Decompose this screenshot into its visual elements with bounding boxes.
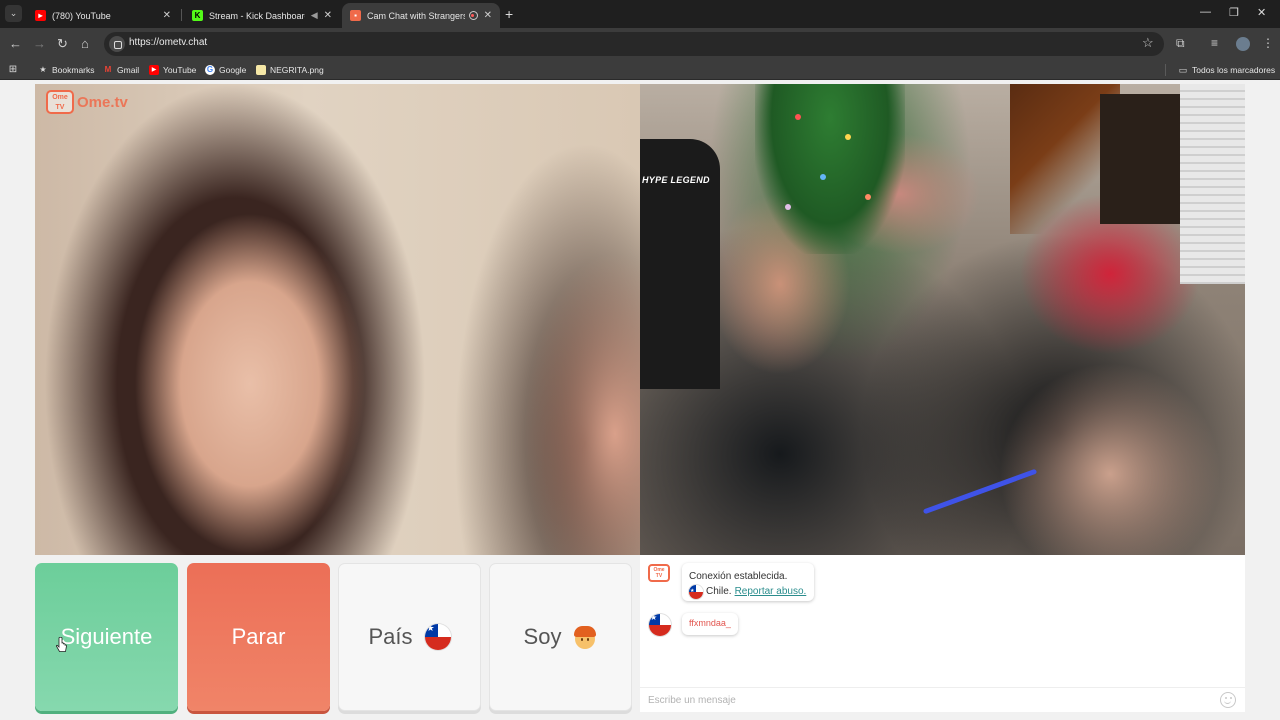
country-filter-button[interactable]: País [338, 563, 481, 711]
tab-title: Stream - Kick Dashboard [209, 10, 305, 21]
tab-title: (780) YouTube [52, 10, 111, 21]
tab-divider [181, 9, 182, 21]
ometv-logo-text: Ome.tv [77, 93, 128, 111]
stop-button-label: Parar [231, 624, 286, 649]
ometv-page: Ome TV Ome.tv HYPE LEGEND Siguiente Para… [0, 81, 1280, 720]
gmail-icon: M [104, 65, 112, 74]
youtube-favicon-icon: ▸ [35, 10, 46, 21]
google-icon: G [205, 65, 215, 75]
browser-tab-bar: ⌄ ▸ (780) YouTube ✕ K Stream - Kick Dash… [0, 0, 1280, 28]
bookmark-star-icon[interactable]: ☆ [1142, 35, 1154, 51]
back-arrow-icon[interactable]: ← [9, 36, 22, 52]
partner-chile-flag-icon [649, 614, 671, 636]
bookmarks-bar: ⊞ ★ Bookmarks M Gmail ▶ YouTube G Google… [0, 60, 1280, 80]
close-window-icon[interactable]: ✕ [1257, 6, 1266, 19]
tab-youtube[interactable]: ▸ (780) YouTube ✕ [27, 3, 179, 28]
ometv-favicon-icon: ▪ [350, 10, 361, 21]
folder-icon: ▭ [1178, 65, 1188, 75]
ometv-chat-avatar-icon: Ome TV [648, 564, 670, 582]
forward-arrow-icon[interactable]: → [33, 36, 46, 52]
apps-grid-icon[interactable]: ⊞ [8, 64, 22, 76]
new-tab-plus-icon[interactable]: + [505, 6, 513, 22]
ometv-logo[interactable]: Ome TV Ome.tv [46, 90, 128, 114]
tab-title: Cam Chat with Strangers on [367, 10, 465, 21]
report-abuse-link[interactable]: Reportar abuso. [735, 584, 807, 599]
gender-button-label: Soy [523, 624, 562, 649]
tab-ometv[interactable]: ▪ Cam Chat with Strangers on ✕ [342, 3, 500, 28]
home-icon[interactable]: ⌂ [81, 36, 89, 52]
address-bar[interactable]: https://ometv.chat ☆ [104, 32, 1164, 56]
partner-message-text: ffxmndaa_ [689, 618, 731, 628]
browser-toolbar: ← → ↻ ⌂ https://ometv.chat ☆ ⧉ ≡ ⋮ [0, 28, 1280, 60]
bookmark-item-gmail[interactable]: M Gmail [103, 64, 140, 76]
tab-kick-dashboard[interactable]: K Stream - Kick Dashboard ◀︎ ✕ [184, 3, 340, 28]
address-url[interactable]: https://ometv.chat [129, 37, 207, 48]
door [1100, 94, 1180, 224]
chile-flag-icon [424, 624, 451, 650]
chile-flag-icon [689, 584, 703, 599]
window-blinds [1180, 84, 1245, 284]
next-button-label: Siguiente [60, 624, 153, 649]
profile-avatar[interactable] [1236, 37, 1250, 51]
minimize-window-icon[interactable]: — [1200, 6, 1211, 18]
close-tab-icon[interactable]: ✕ [484, 10, 492, 21]
stop-button[interactable]: Parar [187, 563, 330, 711]
extensions-puzzle-icon[interactable]: ⧉ [1176, 36, 1185, 51]
gaming-chair: HYPE LEGEND [640, 139, 720, 389]
menu-kebab-icon[interactable]: ⋮ [1262, 36, 1274, 50]
local-video-feed: Ome TV Ome.tv [35, 84, 640, 555]
message-input[interactable] [648, 693, 1208, 708]
boy-emoji-icon [573, 624, 597, 650]
message-input-bar [640, 687, 1245, 712]
partner-message-bubble: ffxmndaa_ [682, 613, 738, 635]
reload-icon[interactable]: ↻ [57, 36, 68, 52]
star-icon: ★ [39, 65, 47, 74]
bookmark-item-google[interactable]: G Google [205, 64, 246, 76]
partner-country-text: Chile. [706, 586, 732, 597]
youtube-icon: ▶ [149, 65, 159, 75]
bookmarks-divider [1165, 64, 1166, 76]
site-info-icon[interactable] [109, 36, 125, 52]
restore-window-icon[interactable]: ❐ [1229, 6, 1239, 19]
chat-panel: Ome TV Conexión establecida. Chile. Repo… [640, 555, 1245, 712]
system-message-bubble: Conexión establecida. Chile. Reportar ab… [682, 563, 814, 601]
ometv-tv-icon: Ome TV [46, 90, 74, 114]
mouse-pointer-icon [56, 637, 67, 652]
gender-select-button[interactable]: Soy [489, 563, 632, 711]
country-button-label: País [368, 624, 413, 649]
all-bookmarks-folder[interactable]: ▭ Todos los marcadores [1178, 64, 1275, 76]
kick-favicon-icon: K [192, 10, 203, 21]
close-tab-icon[interactable]: ✕ [324, 10, 332, 21]
christmas-tree [755, 84, 905, 254]
bookmark-item-youtube[interactable]: ▶ YouTube [149, 64, 196, 76]
image-file-icon [256, 65, 266, 75]
muted-speaker-icon[interactable]: ◀︎ [311, 10, 318, 21]
blue-stick [922, 468, 1038, 515]
chair-brand-text: HYPE LEGEND [642, 175, 710, 185]
close-tab-icon[interactable]: ✕ [163, 10, 171, 21]
connection-established-text: Conexión establecida. [689, 571, 788, 582]
bookmark-item-bookmarks[interactable]: ★ Bookmarks [38, 64, 94, 76]
bookmark-item-negrita[interactable]: NEGRITA.png [256, 64, 324, 76]
remote-video-feed: HYPE LEGEND [640, 84, 1245, 555]
media-controls-icon[interactable]: ≡ [1211, 36, 1218, 50]
tab-search-button[interactable]: ⌄ [5, 5, 22, 22]
emoji-smiley-icon[interactable] [1220, 692, 1236, 708]
recording-indicator-icon [468, 11, 478, 20]
